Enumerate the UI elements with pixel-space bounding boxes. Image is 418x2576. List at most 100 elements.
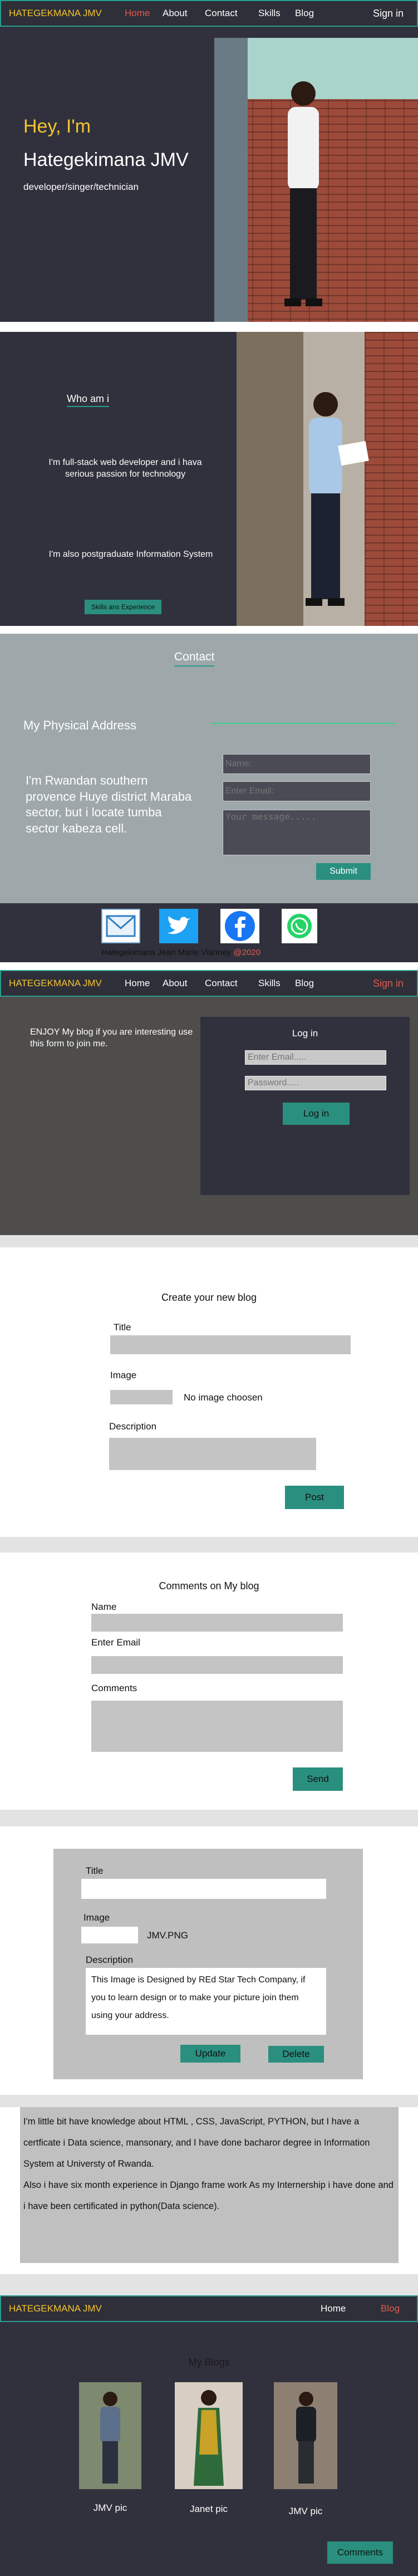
edit-blog-panel: Title Image JMV.PNG Description This Ima… [53, 1849, 363, 2079]
choose-image-button[interactable] [110, 1390, 173, 1404]
edit-description-label: Description [86, 1955, 134, 1965]
blog-card-caption-1: JMV pic [93, 2502, 127, 2513]
contact-name-input[interactable] [223, 754, 371, 774]
login-intro: ENJOY My blog if you are interesting use… [30, 1027, 193, 1049]
comment-text-label: Comments [91, 1683, 137, 1693]
edit-title-label: Title [86, 1865, 104, 1876]
update-button[interactable]: Update [180, 2045, 240, 2063]
login-password-input[interactable] [245, 1076, 386, 1090]
top-navbar: HATEGEKMANA JMV Home About Contact Skill… [0, 0, 418, 27]
login-navbar: HATEGEKMANA JMV Home About Contact Skill… [0, 970, 418, 997]
whatsapp-icon[interactable] [282, 909, 317, 943]
brand-logo[interactable]: HATEGEKMANA JMV [9, 8, 102, 19]
bio-paragraph-1: I'm little bit have knowledge about HTML… [23, 2117, 370, 2169]
comment-email-input[interactable] [91, 1656, 343, 1674]
hero-role: developer/singer/technician [23, 182, 139, 192]
login-section: ENJOY My blog if you are interesting use… [0, 997, 418, 1235]
contact-email-input[interactable] [223, 781, 371, 801]
nav-contact[interactable]: Contact [205, 8, 238, 19]
blog-card-caption-2: Janet pic [189, 2504, 228, 2514]
about-section: Who am i I'm full-stack web developer an… [0, 332, 418, 626]
nav-about[interactable]: About [163, 8, 187, 19]
create-title-label: Title [114, 1322, 131, 1333]
about-text-1: I'm full-stack web developer and i hava … [48, 458, 202, 479]
no-image-text: No image choosen [184, 1392, 263, 1403]
create-title-input[interactable] [110, 1335, 351, 1354]
twitter-icon[interactable] [159, 909, 198, 943]
create-blog-title: Create your new blog [161, 1292, 257, 1303]
blogs-nav-home[interactable]: Home [321, 2303, 346, 2314]
copyright-year: @2020 [233, 948, 260, 957]
create-description-label: Description [109, 1421, 157, 1432]
post-button[interactable]: Post [285, 1486, 344, 1509]
skills-experience-button[interactable]: Skills ans Experience [85, 600, 161, 614]
hero-name: Hategekimana JMV [23, 149, 189, 170]
create-description-input[interactable] [109, 1438, 316, 1470]
nav-home[interactable]: Home [125, 8, 150, 19]
create-image-label: Image [110, 1370, 137, 1380]
footer-copyright: Hategekimana Jean Marie Vianney @2020 [101, 948, 260, 957]
blog-card-image-2[interactable] [175, 2382, 243, 2489]
comment-name-input[interactable] [91, 1614, 343, 1632]
comment-name-label: Name [91, 1602, 117, 1612]
blogs-nav-blog[interactable]: Blog [381, 2303, 400, 2314]
contact-divider [212, 723, 395, 724]
signin-link[interactable]: Sign in [373, 8, 404, 19]
contact-submit-button[interactable]: Submit [316, 863, 371, 880]
blog-card-image-1[interactable] [79, 2382, 141, 2489]
edit-title-input[interactable] [81, 1879, 326, 1899]
address-text: I'm Rwandan southern provence Huye distr… [26, 773, 192, 835]
copyright-name: Hategekimana Jean Marie Vianney [101, 948, 232, 957]
edit-choose-image-button[interactable] [81, 1927, 138, 1943]
login-nav-blog[interactable]: Blog [295, 978, 314, 989]
contact-message-input[interactable] [223, 810, 371, 855]
facebook-icon[interactable] [220, 909, 259, 943]
blogs-heading: My Blogs [188, 2357, 230, 2368]
hero-section: Hey, I'm Hategekimana JMV developer/sing… [0, 27, 418, 322]
bio-paragraph-2: Also i have six month experience in Djan… [23, 2180, 394, 2211]
create-blog-section: Create your new blog Title Image No imag… [0, 1247, 418, 1537]
blogs-brand-logo[interactable]: HATEGEKMANA JMV [9, 2303, 102, 2314]
bio-box: I'm little bit have knowledge about HTML… [20, 2107, 399, 2263]
edit-image-label: Image [83, 1912, 110, 1923]
mail-icon[interactable] [101, 909, 140, 943]
login-title: Log in [292, 1028, 318, 1039]
login-email-input[interactable] [245, 1050, 386, 1065]
address-title: My Physical Address [23, 718, 136, 732]
about-heading: Who am i [67, 393, 110, 407]
footer: Hategekimana Jean Marie Vianney @2020 [0, 903, 418, 962]
comments-title: Comments on My blog [159, 1580, 259, 1591]
send-button[interactable]: Send [293, 1767, 343, 1791]
blog-card-image-3[interactable] [274, 2382, 337, 2489]
edit-blog-section: Title Image JMV.PNG Description This Ima… [0, 1826, 418, 2095]
blog-card-caption-3: JMV pic [288, 2506, 323, 2516]
about-text-2: I'm also postgraduate Information System [48, 550, 213, 559]
person-figure-about [306, 392, 369, 606]
login-brand-logo[interactable]: HATEGEKMANA JMV [9, 978, 102, 989]
blogs-section: My Blogs JMV pic Janet pic JMV pic Comme… [0, 2322, 418, 2576]
about-photo [237, 332, 418, 626]
login-nav-about[interactable]: About [163, 978, 187, 989]
comment-email-label: Enter Email [91, 1637, 140, 1648]
login-panel: Log in Log in [200, 1017, 410, 1195]
edit-description-input[interactable]: This Image is Designed by REd Star Tech … [86, 1968, 326, 2035]
comments-button[interactable]: Comments [327, 2541, 393, 2564]
login-signin-link[interactable]: Sign in [373, 978, 404, 990]
delete-button[interactable]: Delete [268, 2046, 324, 2063]
hero-photo [214, 38, 418, 322]
comments-section: Comments on My blog Name Enter Email Com… [0, 1553, 418, 1810]
login-nav-skills[interactable]: Skills [258, 978, 281, 989]
hero-greeting: Hey, I'm [23, 116, 91, 137]
person-figure [284, 81, 322, 306]
nav-blog[interactable]: Blog [295, 8, 314, 19]
login-nav-contact[interactable]: Contact [205, 978, 238, 989]
edit-image-name: JMV.PNG [147, 1930, 189, 1941]
bio-section: I'm little bit have knowledge about HTML… [0, 2107, 418, 2274]
contact-section: Contact My Physical Address I'm Rwandan … [0, 634, 418, 903]
login-button[interactable]: Log in [283, 1103, 350, 1125]
nav-skills[interactable]: Skills [258, 8, 281, 19]
blogs-navbar: HATEGEKMANA JMV Home Blog [0, 2295, 418, 2322]
login-nav-home[interactable]: Home [125, 978, 150, 989]
comment-text-input[interactable] [91, 1701, 343, 1752]
contact-heading: Contact [174, 650, 215, 667]
